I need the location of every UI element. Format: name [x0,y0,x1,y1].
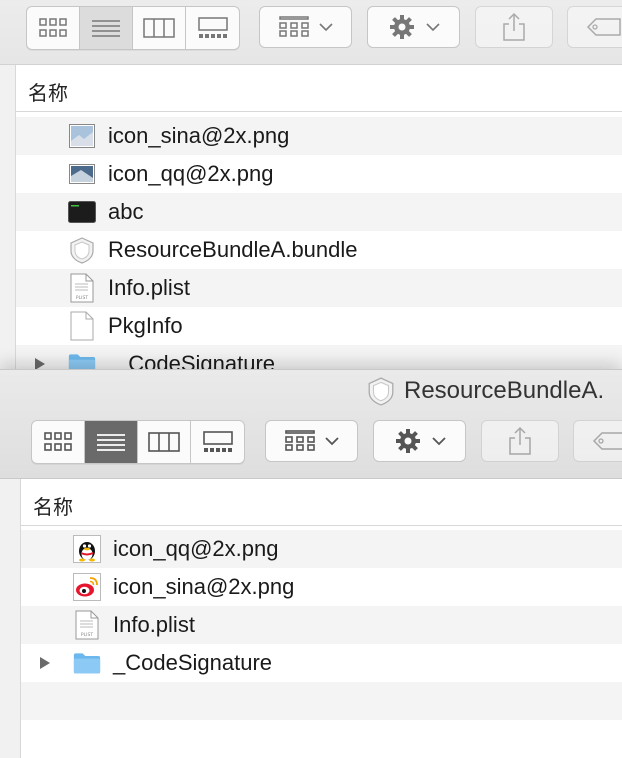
view-mode-segmented-control [31,420,245,464]
gear-icon [389,15,414,39]
list-item[interactable]: _CodeSignature [16,345,622,370]
gallery-view-button[interactable] [191,421,244,463]
qq-penguin-icon [73,535,101,563]
folder-icon [68,350,96,370]
weibo-icon [73,573,101,601]
window-title[interactable]: ResourceBundleA. [366,376,604,406]
svg-text:PLIST: PLIST [81,632,93,638]
file-name: icon_sina@2x.png [113,574,295,599]
image-thumbnail-icon [68,160,96,188]
icon-view-button[interactable] [27,7,80,49]
share-icon [509,426,531,455]
file-list: icon_qq@2x.png icon_sina@2x.png PLIST In… [21,530,622,720]
chevron-down-icon [431,437,446,446]
chevron-down-icon [318,23,333,32]
group-grid-icon [278,16,309,37]
gear-icon [395,429,420,453]
executable-icon [68,198,96,226]
file-name: icon_qq@2x.png [108,161,274,186]
name-column-title: 名称 [33,497,73,519]
toolbar [0,0,622,65]
icon-grid-icon [39,18,67,37]
list-item[interactable]: ResourceBundleA.bundle [16,231,622,269]
finder-window-front: ResourceBundleA. 名称 icon_qq@2x.png icon_… [0,370,622,758]
tags-button[interactable] [573,420,622,462]
group-by-button[interactable] [259,6,352,48]
view-mode-segmented-control [26,6,240,50]
file-list: icon_sina@2x.png icon_qq@2x.png abc Reso… [16,117,622,370]
tag-icon [592,432,622,450]
gallery-view-button[interactable] [186,7,239,49]
file-name: ResourceBundleA.bundle [108,237,358,262]
file-name: _CodeSignature [116,351,276,370]
tags-button[interactable] [567,6,622,48]
gallery-icon [197,17,228,38]
file-name: Info.plist [108,275,190,300]
sidebar-edge [0,479,21,758]
columns-icon [143,18,175,38]
window-title-text: ResourceBundleA. [404,377,605,404]
name-column-title: 名称 [28,83,68,105]
gallery-icon [202,431,233,452]
column-header[interactable]: 名称 [16,65,622,112]
title-and-toolbar: ResourceBundleA. [0,370,622,479]
disclosure-triangle-icon[interactable] [32,356,48,370]
list-item[interactable]: icon_sina@2x.png [21,568,622,606]
column-view-button[interactable] [138,421,191,463]
columns-icon [148,432,180,452]
blank-document-icon [68,311,96,341]
list-item[interactable]: icon_sina@2x.png [16,117,622,155]
image-thumbnail-icon [68,122,96,150]
list-icon [92,20,120,37]
svg-text:PLIST: PLIST [76,295,88,301]
chevron-down-icon [425,23,440,32]
list-item[interactable]: _CodeSignature [21,644,622,682]
folder-icon [73,649,101,677]
file-name: icon_qq@2x.png [113,536,279,561]
list-item[interactable]: abc [16,193,622,231]
list-item[interactable]: icon_qq@2x.png [16,155,622,193]
group-grid-icon [284,430,315,451]
plist-file-icon: PLIST [68,273,96,303]
list-item[interactable]: PLIST Info.plist [21,606,622,644]
action-menu-button[interactable] [367,6,460,48]
sidebar-edge [0,65,16,370]
finder-window-back: 名称 icon_sina@2x.png icon_qq@2x.png abc R… [0,0,622,370]
file-name: _CodeSignature [113,650,273,675]
list-icon [97,434,125,451]
empty-row [21,682,622,720]
list-view-button[interactable] [80,7,133,49]
icon-grid-icon [44,432,72,451]
list-item[interactable]: icon_qq@2x.png [21,530,622,568]
bundle-icon [368,377,394,406]
file-name: Info.plist [113,612,195,637]
column-view-button[interactable] [133,7,186,49]
list-item[interactable]: PkgInfo [16,307,622,345]
plist-file-icon: PLIST [73,610,101,640]
tag-icon [586,18,621,36]
group-by-button[interactable] [265,420,358,462]
share-button[interactable] [475,6,553,48]
share-icon [503,12,525,41]
list-view-button[interactable] [85,421,138,463]
file-name: abc [108,199,144,224]
icon-view-button[interactable] [32,421,85,463]
share-button[interactable] [481,420,559,462]
column-header[interactable]: 名称 [21,479,622,526]
file-name: PkgInfo [108,313,183,338]
disclosure-triangle-icon[interactable] [37,655,53,671]
file-name: icon_sina@2x.png [108,123,290,148]
action-menu-button[interactable] [373,420,466,462]
list-item[interactable]: PLIST Info.plist [16,269,622,307]
chevron-down-icon [324,437,339,446]
bundle-icon [68,236,96,264]
